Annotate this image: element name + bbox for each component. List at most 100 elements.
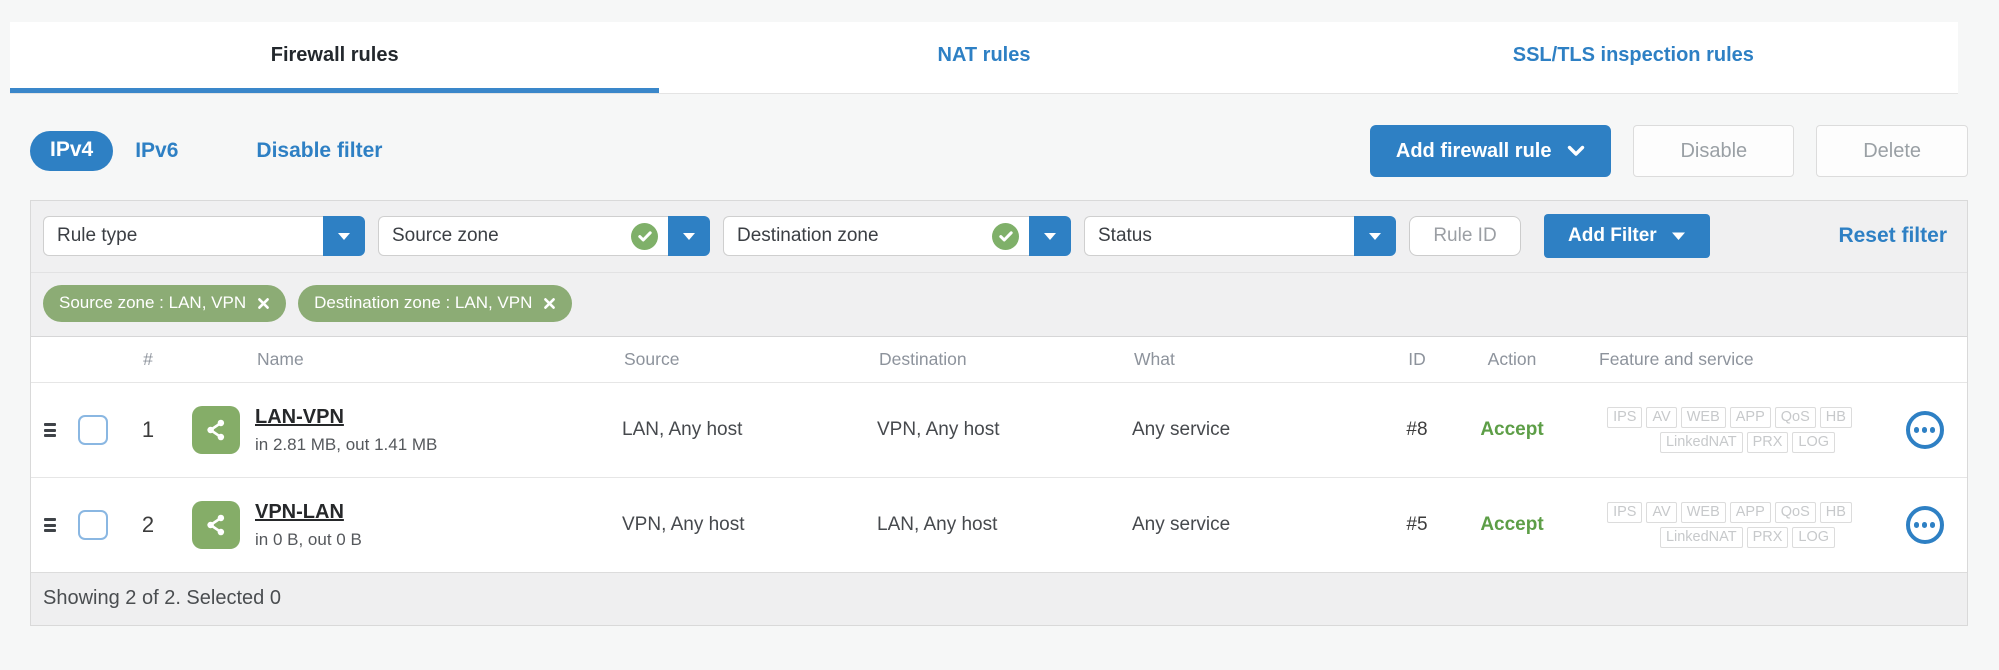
add-firewall-rule-label: Add firewall rule — [1395, 139, 1552, 162]
header-id: ID — [1408, 349, 1426, 369]
table-footer-status: Showing 2 of 2. Selected 0 — [31, 572, 1967, 625]
source-zone-dropdown[interactable]: Source zone — [378, 216, 710, 256]
cell-destination: VPN, Any host — [877, 419, 1000, 440]
destination-zone-dropdown-label: Destination zone — [737, 225, 879, 246]
chevron-down-icon — [682, 232, 696, 241]
filter-active-check-icon — [992, 222, 1019, 250]
rule-traffic: in 0 B, out 0 B — [255, 529, 362, 549]
feature-badge: WEB — [1680, 407, 1726, 428]
status-dropdown[interactable]: Status — [1084, 216, 1396, 256]
feature-badge: QoS — [1774, 502, 1816, 523]
feature-badge: AV — [1646, 407, 1677, 428]
chevron-down-icon — [1043, 232, 1057, 241]
rule-id-input[interactable] — [1409, 216, 1521, 256]
rule-traffic: in 2.81 MB, out 1.41 MB — [255, 434, 438, 454]
feature-badge: IPS — [1607, 502, 1643, 523]
status-dropdown-label: Status — [1098, 225, 1152, 246]
header-action: Action — [1487, 349, 1537, 369]
ipv4-toggle[interactable]: IPv4 — [30, 131, 114, 171]
table-row: 1 LAN-VPN in 2.81 MB, out 1.41 MB LAN, A… — [31, 382, 1967, 477]
table-row: 2 VPN-LAN in 0 B, out 0 B VPN, Any host … — [31, 477, 1967, 572]
drag-handle-icon[interactable] — [44, 518, 56, 532]
delete-button[interactable]: Delete — [1816, 125, 1968, 177]
feature-badge: APP — [1729, 407, 1771, 428]
cell-source: LAN, Any host — [622, 419, 743, 440]
row-menu-ellipsis-icon[interactable] — [1905, 506, 1944, 544]
header-name: Name — [257, 349, 304, 369]
filter-chip-label: Destination zone : LAN, VPN — [314, 293, 533, 312]
feature-badge: WEB — [1680, 502, 1726, 523]
add-filter-label: Add Filter — [1568, 225, 1657, 246]
table-header-row: # Name Source Destination What ID Action… — [31, 337, 1967, 382]
cell-rule-id: #5 — [1406, 514, 1428, 535]
source-zone-dropdown-button[interactable] — [668, 216, 710, 256]
tab-nat-rules[interactable]: NAT rules — [659, 22, 1308, 93]
rule-name-link[interactable]: LAN-VPN — [255, 405, 344, 430]
tab-bar: Firewall rules NAT rules SSL/TLS inspect… — [10, 22, 1958, 94]
header-number: # — [143, 349, 153, 369]
toolbar: IPv4 IPv6 Disable filter Add firewall ru… — [30, 124, 1968, 178]
header-source: Source — [624, 349, 680, 369]
cell-destination: LAN, Any host — [877, 514, 998, 535]
filter-chip-label: Source zone : LAN, VPN — [59, 293, 247, 312]
rule-share-icon[interactable] — [192, 406, 240, 454]
disable-button[interactable]: Disable — [1633, 125, 1795, 177]
destination-zone-dropdown[interactable]: Destination zone — [723, 216, 1071, 256]
cell-source: VPN, Any host — [622, 514, 745, 535]
feature-badge: AV — [1646, 502, 1677, 523]
feature-badge: IPS — [1607, 407, 1643, 428]
source-zone-dropdown-label: Source zone — [392, 225, 499, 246]
cell-what: Any service — [1132, 514, 1231, 535]
feature-badge: LinkedNAT — [1659, 527, 1743, 548]
row-checkbox[interactable] — [78, 415, 108, 445]
chevron-down-icon — [337, 232, 351, 241]
reset-filter-link[interactable]: Reset filter — [1838, 224, 1947, 248]
add-filter-button[interactable]: Add Filter — [1544, 214, 1710, 258]
feature-badge: LOG — [1792, 432, 1836, 453]
chevron-down-icon — [1567, 145, 1585, 157]
chevron-down-icon — [1368, 232, 1382, 241]
row-menu-ellipsis-icon[interactable] — [1905, 411, 1944, 449]
remove-filter-icon[interactable] — [543, 297, 556, 310]
ipv6-toggle[interactable]: IPv6 — [135, 139, 178, 163]
cell-action: Accept — [1480, 419, 1544, 440]
drag-handle-icon[interactable] — [44, 423, 56, 437]
feature-badges: IPS AV WEB APP QoS HB LinkedNAT PRX LOG — [1577, 502, 1882, 548]
rule-share-icon[interactable] — [192, 501, 240, 549]
feature-badge: APP — [1729, 502, 1771, 523]
filter-chip-source-zone: Source zone : LAN, VPN — [43, 285, 287, 322]
filter-chip-destination-zone: Destination zone : LAN, VPN — [298, 285, 573, 322]
cell-what: Any service — [1132, 419, 1231, 440]
feature-badge: HB — [1819, 407, 1852, 428]
rule-type-dropdown-label: Rule type — [57, 225, 138, 246]
feature-badge: HB — [1819, 502, 1852, 523]
rule-type-dropdown-button[interactable] — [323, 216, 365, 256]
tab-firewall-rules[interactable]: Firewall rules — [10, 22, 660, 93]
row-number: 1 — [141, 417, 155, 442]
feature-badges: IPS AV WEB APP QoS HB LinkedNAT PRX LOG — [1577, 407, 1882, 453]
destination-zone-dropdown-button[interactable] — [1029, 216, 1071, 256]
rule-type-dropdown[interactable]: Rule type — [43, 216, 365, 256]
row-checkbox[interactable] — [78, 510, 108, 540]
cell-rule-id: #8 — [1406, 419, 1428, 440]
chevron-down-icon — [1671, 231, 1686, 241]
header-destination: Destination — [879, 349, 967, 369]
filter-active-check-icon — [631, 222, 658, 250]
feature-badge: PRX — [1746, 527, 1789, 548]
rules-panel: Rule type Source zone Destination zone S… — [30, 200, 1968, 626]
header-what: What — [1134, 349, 1175, 369]
add-firewall-rule-button[interactable]: Add firewall rule — [1369, 125, 1612, 177]
filter-row: Rule type Source zone Destination zone S… — [31, 201, 1967, 273]
feature-badge: PRX — [1746, 432, 1789, 453]
disable-filter-link[interactable]: Disable filter — [256, 139, 382, 163]
header-feature-and-service: Feature and service — [1599, 349, 1754, 369]
remove-filter-icon[interactable] — [257, 297, 270, 310]
rule-name-link[interactable]: VPN-LAN — [255, 500, 344, 525]
status-dropdown-button[interactable] — [1354, 216, 1396, 256]
active-filter-chips: Source zone : LAN, VPN Destination zone … — [31, 273, 1967, 337]
tab-ssl-tls-inspection-rules[interactable]: SSL/TLS inspection rules — [1309, 22, 1958, 93]
feature-badge: LOG — [1792, 527, 1836, 548]
feature-badge: LinkedNAT — [1659, 432, 1743, 453]
cell-action: Accept — [1480, 514, 1544, 535]
feature-badge: QoS — [1774, 407, 1816, 428]
